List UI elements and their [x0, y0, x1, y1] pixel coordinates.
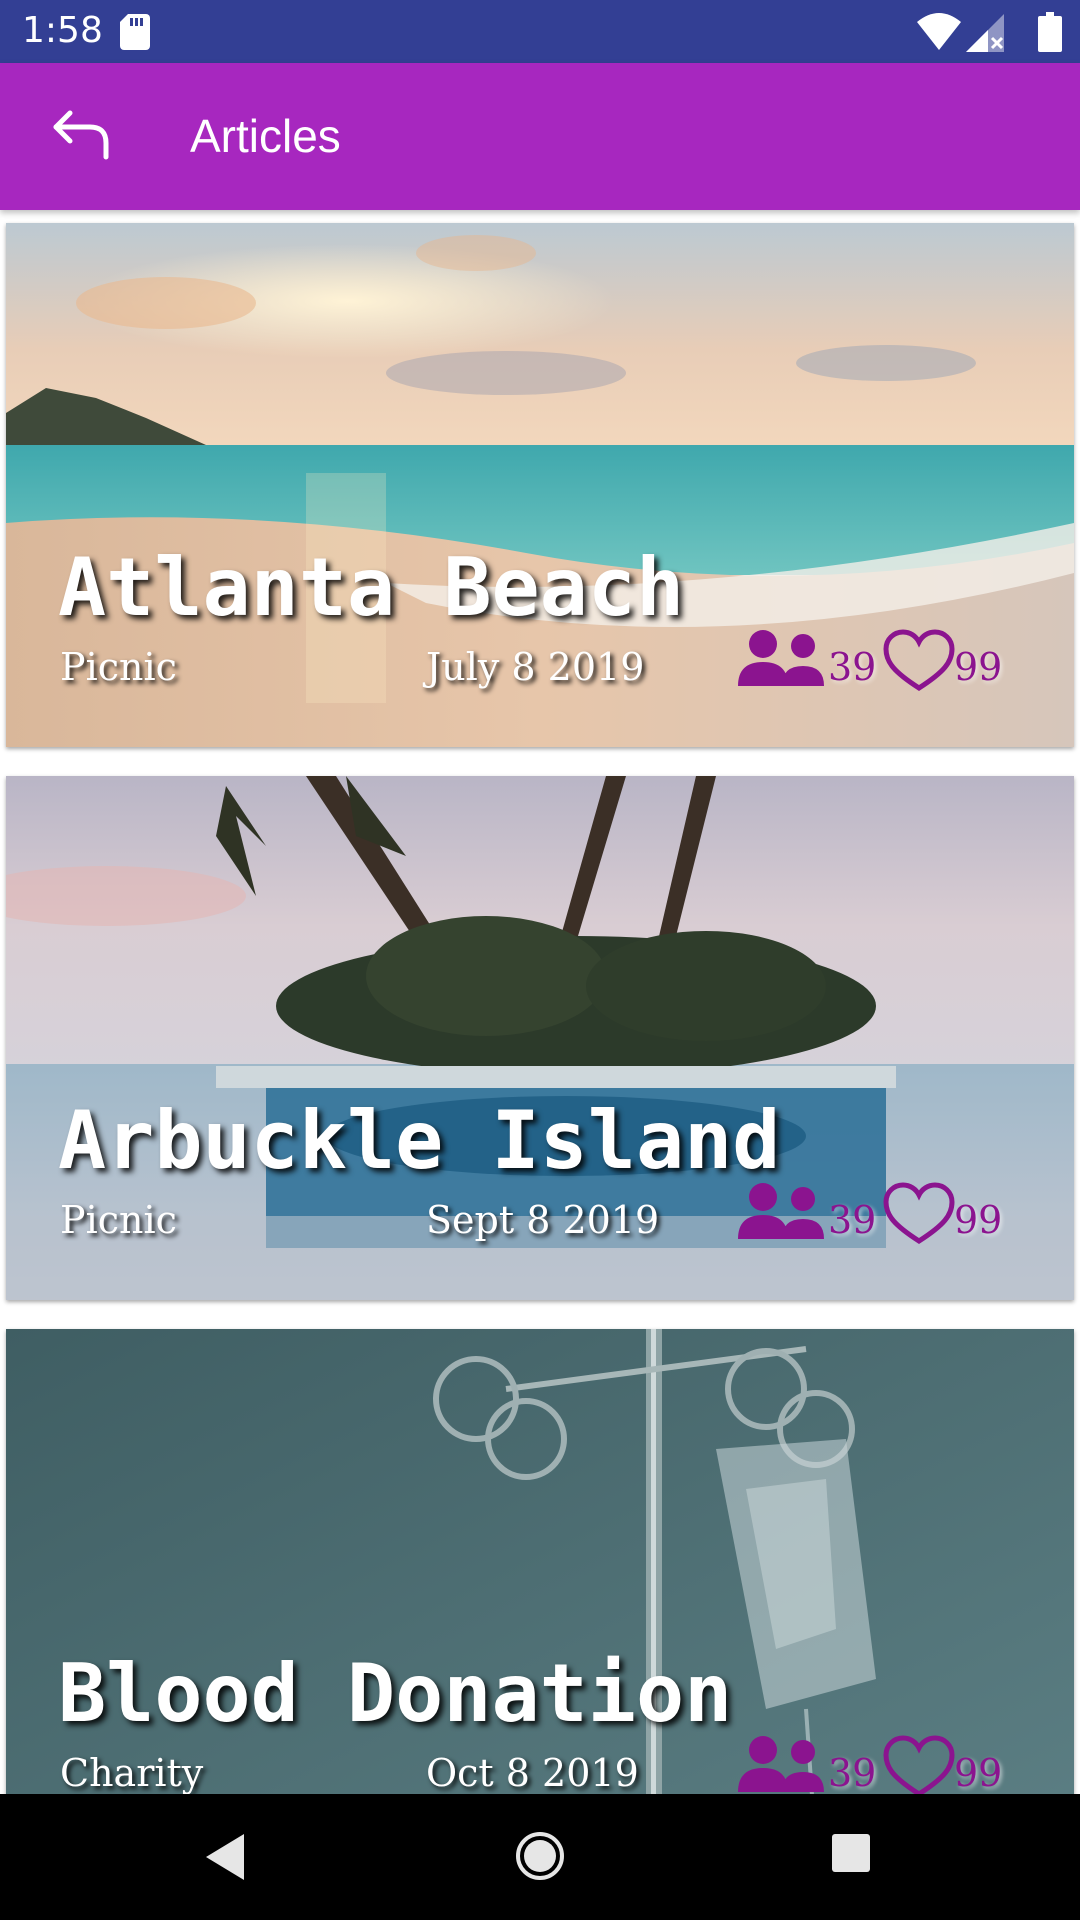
- attendee-count: 39: [828, 1198, 877, 1242]
- app-bar: Articles: [0, 63, 1080, 210]
- article-title: Arbuckle Island: [58, 1094, 781, 1187]
- article-card[interactable]: Arbuckle Island Picnic Sept 8 2019 39 99: [6, 776, 1074, 1300]
- heart-icon: [883, 1182, 955, 1244]
- back-button[interactable]: [40, 99, 124, 175]
- status-bar: 1:58: [0, 0, 1080, 63]
- wifi-icon: [917, 13, 961, 50]
- page-title: Articles: [190, 110, 341, 162]
- status-time: 1:58: [22, 10, 103, 51]
- article-title: Blood Donation: [58, 1647, 733, 1740]
- like-button[interactable]: [882, 1181, 956, 1247]
- likes-count: 99: [954, 1198, 1003, 1242]
- back-arrow-icon: [53, 110, 109, 160]
- signal-no-data-icon: [966, 14, 1004, 52]
- sd-card-icon: [120, 14, 150, 50]
- system-nav-bar: [0, 1794, 1080, 1920]
- article-date: Sept 8 2019: [426, 1198, 660, 1242]
- article-title: Atlanta Beach: [58, 541, 685, 634]
- attendee-count: 39: [828, 645, 877, 689]
- heart-icon: [883, 1735, 955, 1794]
- like-button[interactable]: [882, 628, 956, 694]
- nav-home-icon[interactable]: [514, 1830, 566, 1882]
- battery-icon: [1038, 12, 1062, 52]
- people-icon: [738, 630, 824, 686]
- heart-icon: [883, 629, 955, 691]
- article-category: Picnic: [60, 1198, 177, 1242]
- likes-count: 99: [954, 1751, 1003, 1794]
- article-date: Oct 8 2019: [426, 1751, 639, 1794]
- article-date: July 8 2019: [426, 645, 645, 689]
- like-button[interactable]: [882, 1734, 956, 1794]
- article-category: Picnic: [60, 645, 177, 689]
- attendee-count: 39: [828, 1751, 877, 1794]
- people-icon: [738, 1736, 824, 1792]
- article-category: Charity: [60, 1751, 204, 1794]
- article-card[interactable]: Blood Donation Charity Oct 8 2019 39 99: [6, 1329, 1074, 1794]
- article-card[interactable]: Atlanta Beach Picnic July 8 2019 39 99: [6, 223, 1074, 747]
- nav-back-icon[interactable]: [200, 1830, 250, 1884]
- people-icon: [738, 1183, 824, 1239]
- likes-count: 99: [954, 645, 1003, 689]
- nav-recents-icon[interactable]: [830, 1832, 872, 1874]
- articles-list[interactable]: Atlanta Beach Picnic July 8 2019 39 99 A…: [0, 210, 1080, 1794]
